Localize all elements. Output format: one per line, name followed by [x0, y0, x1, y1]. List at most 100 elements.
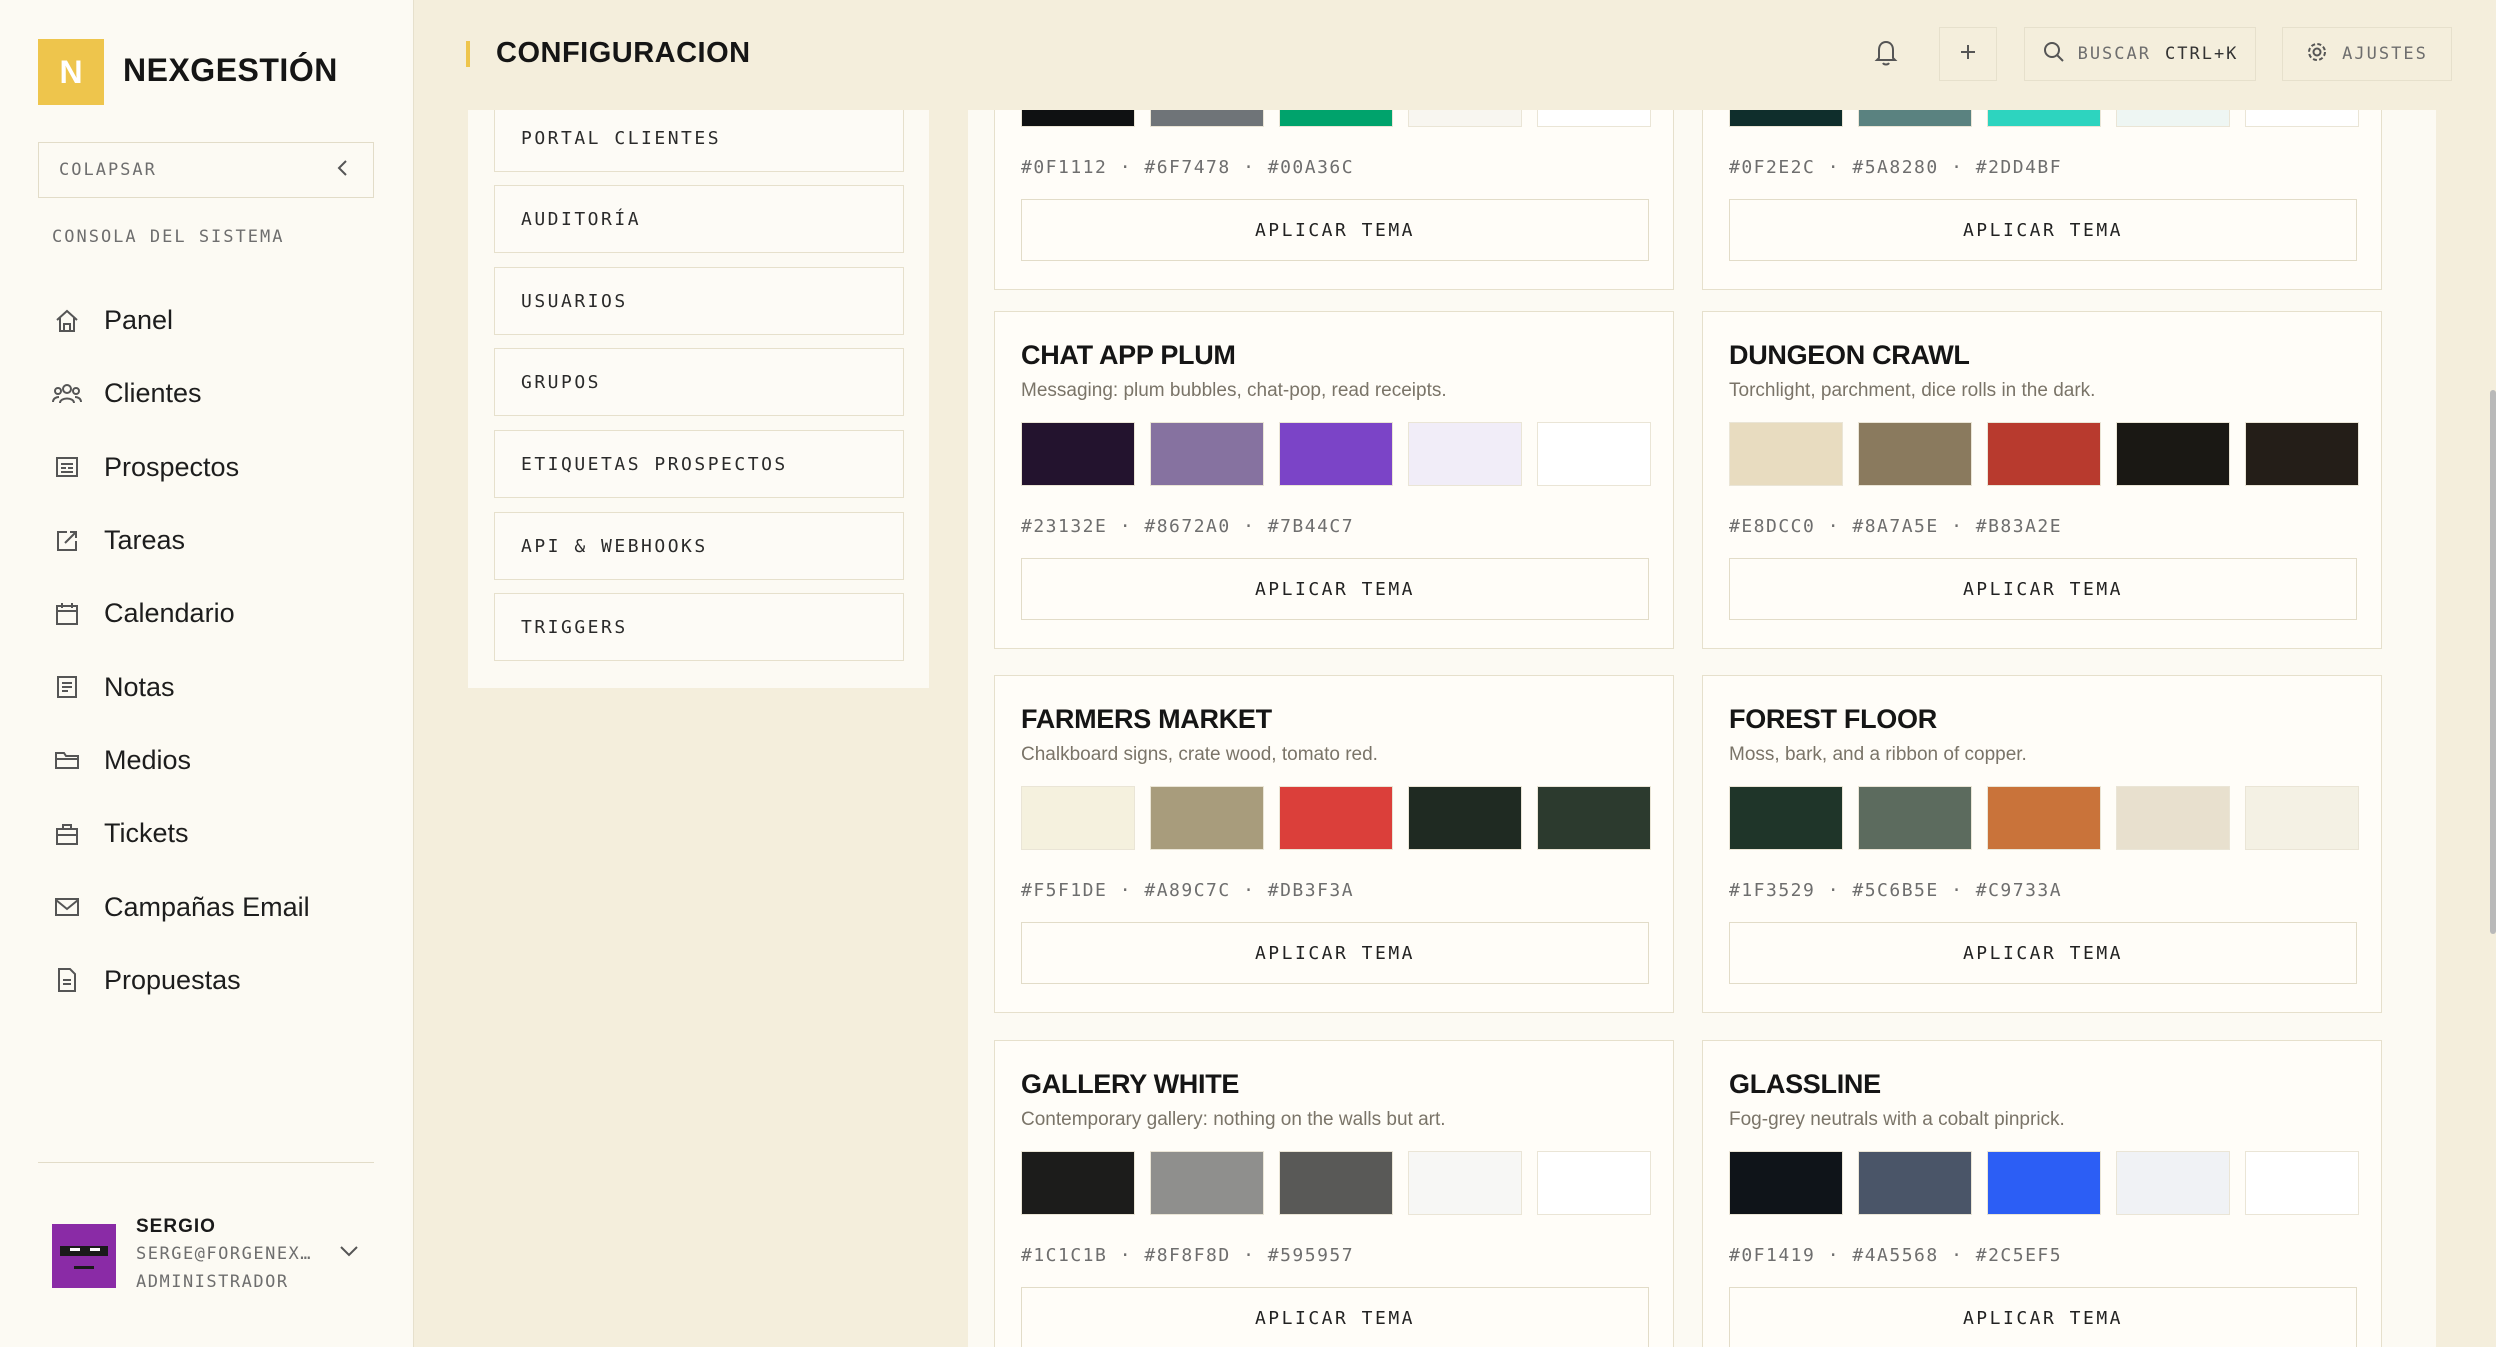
color-swatch [2116, 786, 2230, 850]
color-swatch [1279, 110, 1393, 127]
theme-hex-codes: #1F3529 · #5C6B5E · #C9733A [1729, 880, 2063, 901]
add-button[interactable] [1939, 27, 1997, 81]
swatches [1729, 786, 2359, 850]
apply-theme-button[interactable]: APLICAR TEMA [1021, 1287, 1649, 1347]
sidebar-item-propuestas[interactable]: Propuestas [52, 944, 382, 1017]
theme-hex-codes: #0F1419 · #4A5568 · #2C5EF5 [1729, 1245, 2063, 1266]
color-swatch [1537, 786, 1651, 850]
search-label: BUSCAR [2077, 44, 2151, 64]
apply-theme-button[interactable]: APLICAR TEMA [1021, 922, 1649, 984]
apply-theme-button[interactable]: APLICAR TEMA [1021, 199, 1649, 261]
color-swatch [1729, 1151, 1843, 1215]
swatches [1729, 1151, 2359, 1215]
theme-card: #0F2E2C · #5A8280 · #2DD4BF APLICAR TEMA [1702, 110, 2382, 290]
sidebar-item-clientes[interactable]: Clientes [52, 357, 382, 430]
settings-nav-item-etiquetas-prospectos[interactable]: ETIQUETAS PROSPECTOS [494, 430, 904, 498]
sidebar-item-label: Propuestas [104, 964, 241, 995]
bell-icon [1872, 37, 1900, 72]
sidebar-item-tickets[interactable]: Tickets [52, 797, 382, 870]
color-swatch [1987, 786, 2101, 850]
color-swatch [1729, 422, 1843, 486]
sidebar-item-label: Clientes [104, 378, 202, 409]
settings-button[interactable]: AJUSTES [2282, 27, 2452, 81]
swatches [1021, 786, 1651, 850]
settings-nav-item-auditoria[interactable]: AUDITORÍA [494, 185, 904, 253]
color-swatch [1021, 110, 1135, 127]
gear-icon [2306, 41, 2328, 68]
section-label: CONSOLA DEL SISTEMA [52, 227, 285, 247]
color-swatch [1021, 1151, 1135, 1215]
swatches [1729, 422, 2359, 486]
brand-name: NEXGESTIÓN [123, 52, 338, 88]
apply-theme-button[interactable]: APLICAR TEMA [1729, 922, 2357, 984]
settings-nav-item-triggers[interactable]: TRIGGERS [494, 593, 904, 661]
sidebar-item-medios[interactable]: Medios [52, 724, 382, 797]
sidebar-item-prospectos[interactable]: Prospectos [52, 431, 382, 504]
color-swatch [1858, 786, 1972, 850]
theme-hex-codes: #0F2E2C · #5A8280 · #2DD4BF [1729, 157, 2063, 178]
theme-card-chat-app-plum: CHAT APP PLUM Messaging: plum bubbles, c… [994, 311, 1674, 649]
app-logo[interactable]: N [38, 39, 104, 105]
search-shortcut: CTRL+K [2165, 44, 2239, 64]
sidebar-item-label: Campañas Email [104, 891, 310, 922]
theme-name: CHAT APP PLUM [1021, 340, 1236, 370]
apply-theme-button[interactable]: APLICAR TEMA [1729, 1287, 2357, 1347]
calendar-icon [52, 599, 82, 629]
chevron-down-icon[interactable] [338, 1244, 360, 1263]
mail-icon [52, 892, 82, 922]
apply-theme-button[interactable]: APLICAR TEMA [1021, 558, 1649, 620]
sidebar-item-tareas[interactable]: Tareas [52, 504, 382, 577]
color-swatch [2245, 422, 2359, 486]
color-swatch [1537, 110, 1651, 127]
document-icon [52, 965, 82, 995]
sidebar: N NEXGESTIÓN COLAPSAR CONSOLA DEL SISTEM… [0, 0, 414, 1347]
page-title: CONFIGURACION [496, 37, 751, 69]
settings-nav-item-usuarios[interactable]: USUARIOS [494, 267, 904, 335]
theme-description: Contemporary gallery: nothing on the wal… [1021, 1109, 1446, 1130]
theme-card-farmers-market: FARMERS MARKET Chalkboard signs, crate w… [994, 675, 1674, 1013]
plus-icon [1958, 42, 1978, 67]
color-swatch [1150, 422, 1264, 486]
notifications-button[interactable] [1858, 27, 1914, 81]
sidebar-item-panel[interactable]: Panel [52, 284, 382, 357]
sidebar-item-label: Medios [104, 744, 192, 775]
top-header: CONFIGURACION BUSCAR CTRL+K AJUSTES [414, 0, 2496, 110]
apply-theme-button[interactable]: APLICAR TEMA [1729, 558, 2357, 620]
color-swatch [2116, 1151, 2230, 1215]
theme-card-glassline: GLASSLINE Fog-grey neutrals with a cobal… [1702, 1040, 2382, 1347]
swatches [1021, 422, 1651, 486]
color-swatch [1021, 786, 1135, 850]
collapse-button[interactable]: COLAPSAR [38, 142, 374, 198]
title-accent [466, 41, 470, 67]
color-swatch [1408, 786, 1522, 850]
theme-description: Torchlight, parchment, dice rolls in the… [1729, 380, 2096, 401]
settings-nav-item-grupos[interactable]: GRUPOS [494, 348, 904, 416]
color-swatch [1729, 786, 1843, 850]
scrollbar-thumb[interactable] [2490, 390, 2496, 934]
swatches [1729, 110, 2359, 127]
color-swatch [1150, 786, 1264, 850]
color-swatch [1858, 422, 1972, 486]
search-icon [2042, 40, 2066, 69]
swatches [1021, 110, 1651, 127]
settings-nav-item-api-webhooks[interactable]: API & WEBHOOKS [494, 512, 904, 580]
search-button[interactable]: BUSCAR CTRL+K [2024, 27, 2256, 81]
user-role: ADMINISTRADOR [136, 1272, 289, 1292]
theme-hex-codes: #F5F1DE · #A89C7C · #DB3F3A [1021, 880, 1355, 901]
theme-name: FOREST FLOOR [1729, 704, 1937, 734]
collapse-label: COLAPSAR [59, 160, 157, 180]
sidebar-item-label: Notas [104, 671, 175, 702]
color-swatch [2245, 110, 2359, 127]
apply-theme-button[interactable]: APLICAR TEMA [1729, 199, 2357, 261]
sidebar-item-campanas-email[interactable]: Campañas Email [52, 870, 382, 943]
user-email: SERGE@FORGENEX… [136, 1244, 313, 1264]
sidebar-nav: Panel Clientes Prospectos Tareas Calenda… [52, 284, 382, 1017]
sidebar-item-calendario[interactable]: Calendario [52, 577, 382, 650]
sidebar-item-notas[interactable]: Notas [52, 650, 382, 723]
avatar[interactable] [52, 1224, 116, 1288]
settings-label: AJUSTES [2342, 44, 2428, 64]
user-name: SERGIO [136, 1216, 216, 1237]
sidebar-item-label: Panel [104, 305, 174, 336]
color-swatch [1987, 422, 2101, 486]
settings-nav-item-portal-clientes[interactable]: PORTAL CLIENTES [494, 110, 904, 172]
